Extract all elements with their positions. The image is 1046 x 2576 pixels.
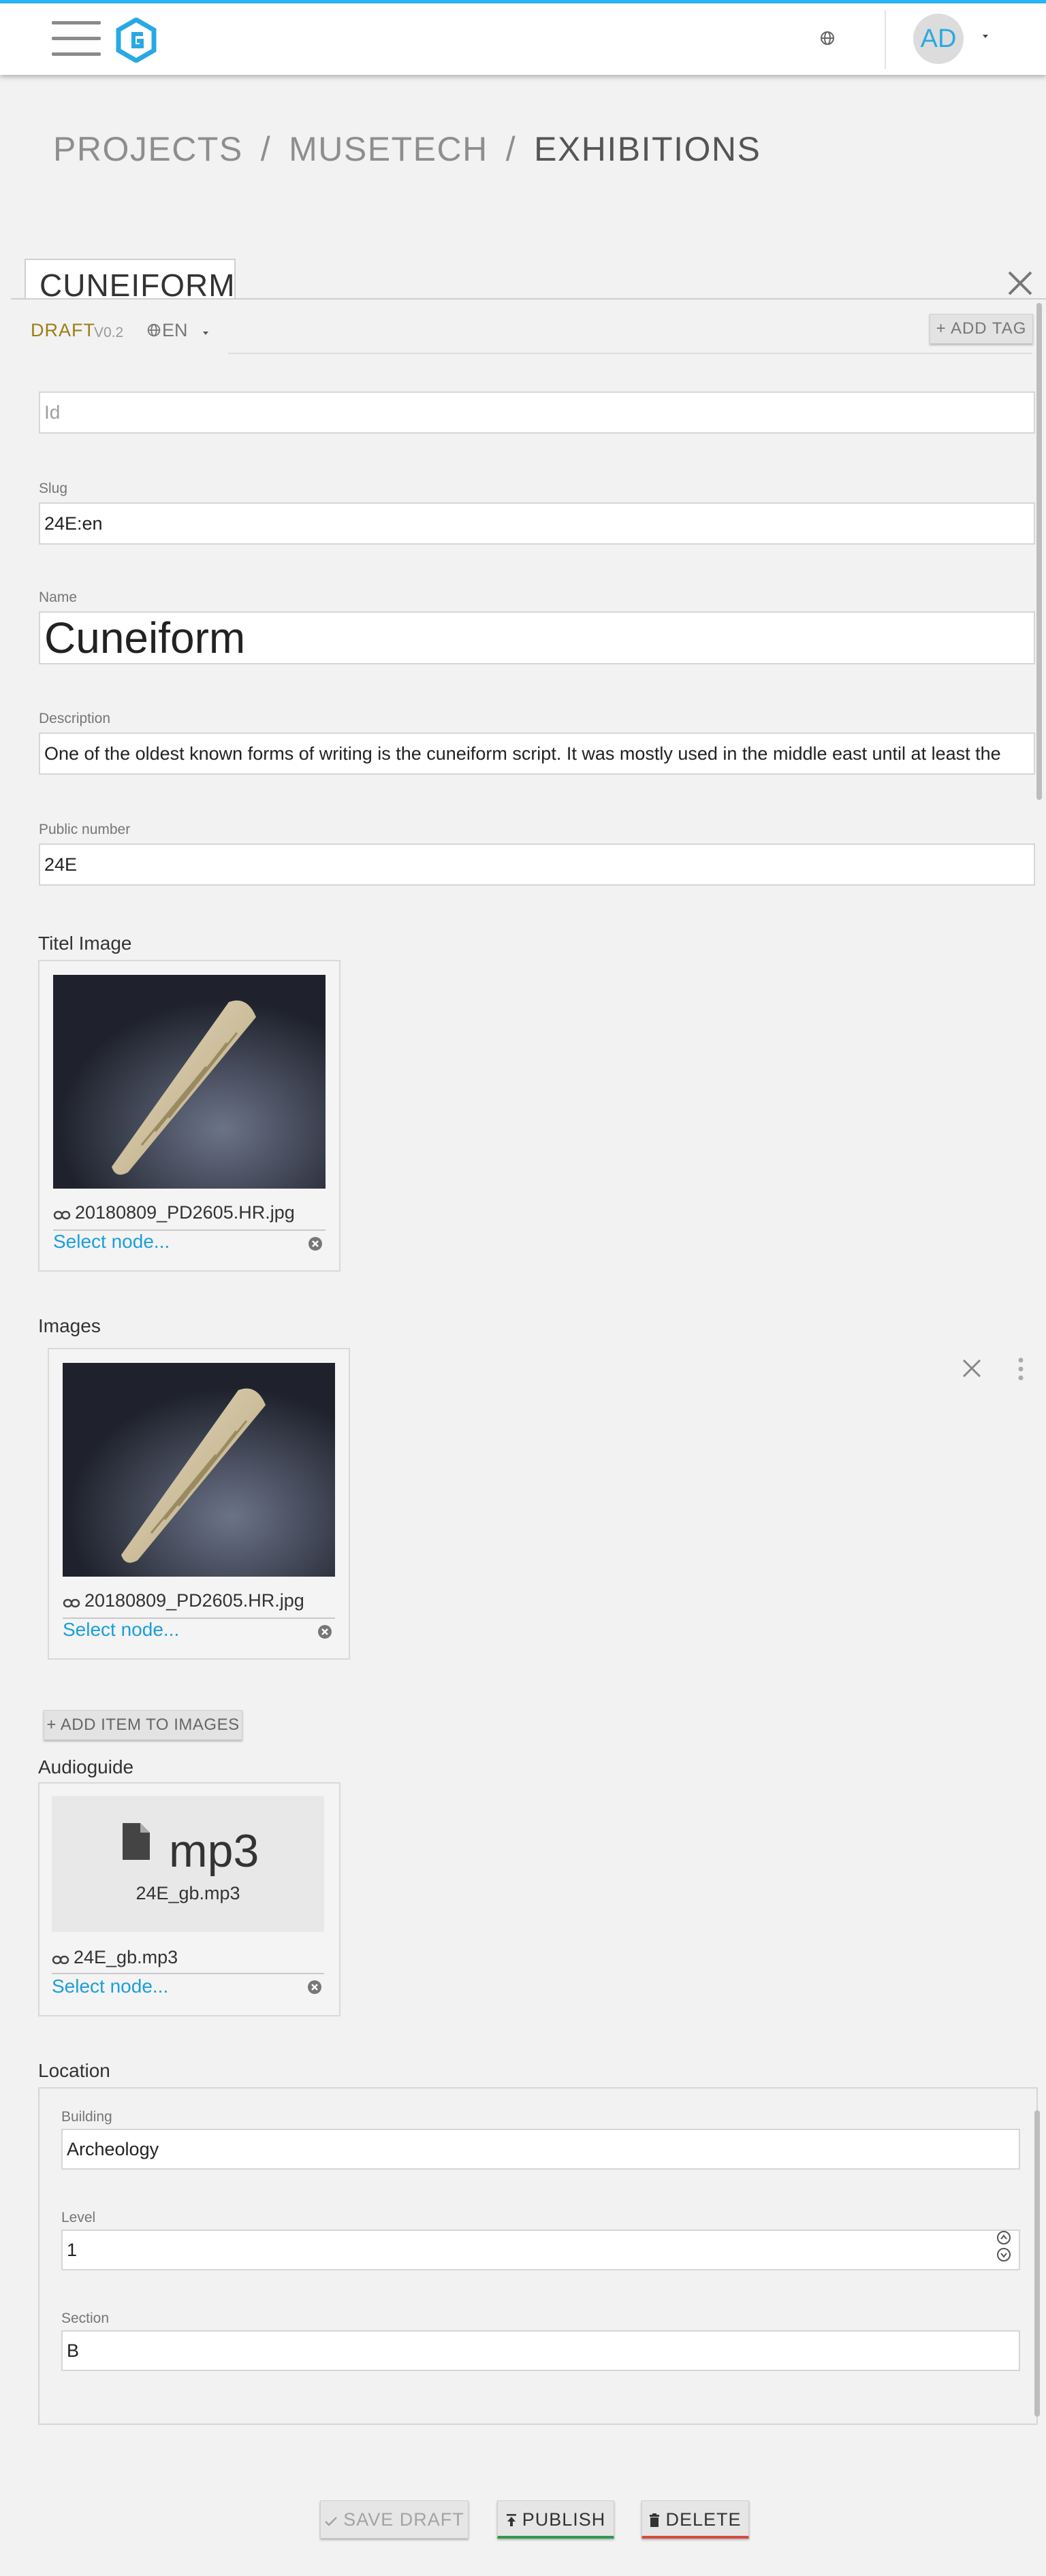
breadcrumb-projects[interactable]: PROJECTS — [53, 130, 243, 168]
slug-field[interactable]: 24E:en — [39, 502, 1035, 545]
id-field[interactable] — [39, 391, 1035, 434]
building-field[interactable]: Archeology — [61, 2129, 1020, 2170]
level-field[interactable]: 1 — [61, 2229, 1020, 2270]
title-image-heading: Titel Image — [38, 933, 132, 954]
name-label: Name — [39, 590, 78, 605]
audioguide-heading: Audioguide — [38, 1756, 134, 1777]
section-field[interactable]: B — [61, 2330, 1020, 2371]
public-number-field[interactable]: 24E — [39, 843, 1035, 886]
tab-underline — [11, 298, 1046, 300]
breadcrumb-exhibitions: EXHIBITIONS — [534, 130, 761, 168]
globe-icon[interactable] — [819, 29, 836, 47]
breadcrumb-separator: / — [260, 130, 272, 168]
delete-label: DELETE — [665, 2509, 742, 2530]
name-field[interactable]: Cuneiform — [39, 611, 1035, 664]
publish-label: PUBLISH — [522, 2509, 606, 2530]
check-icon — [325, 2517, 338, 2526]
top-bar: AD — [0, 3, 1046, 75]
language-selector[interactable]: EN — [146, 320, 188, 341]
audioguide-preview-name: 24E_gb.mp3 — [136, 1883, 240, 1903]
description-field[interactable]: One of the oldest known forms of writing… — [39, 732, 1035, 775]
add-tag-button[interactable]: + ADD TAG — [930, 314, 1033, 344]
title-image-file-link[interactable]: 20180809_PD2605.HR.jpg — [53, 1202, 295, 1223]
add-item-to-images-button[interactable]: + ADD ITEM TO IMAGES — [44, 1710, 242, 1740]
trash-icon — [650, 2513, 660, 2527]
clear-icon[interactable] — [317, 1624, 332, 1639]
title-image-select-node[interactable]: Select node... — [53, 1231, 170, 1253]
breadcrumb-musetech[interactable]: MUSETECH — [289, 130, 488, 168]
images-item-file-name: 20180809_PD2605.HR.jpg — [84, 1590, 304, 1611]
images-item-select-node[interactable]: Select node... — [63, 1619, 179, 1641]
header-divider — [885, 10, 886, 69]
caret-down-icon[interactable] — [202, 330, 210, 336]
section-label: Section — [61, 2311, 110, 2326]
level-label: Level — [61, 2210, 96, 2225]
remove-item-icon[interactable] — [960, 1357, 983, 1380]
title-image-thumbnail[interactable] — [53, 975, 326, 1189]
upload-icon — [506, 2514, 516, 2526]
level-stepper[interactable] — [996, 2229, 1012, 2264]
location-heading: Location — [38, 2060, 110, 2081]
audioguide-file-link[interactable]: 24E_gb.mp3 — [52, 1947, 178, 1968]
more-vert-icon[interactable] — [1017, 1357, 1024, 1381]
tag-divider — [228, 353, 1032, 354]
tab-cuneiform[interactable]: CUNEIFORM — [25, 259, 236, 303]
link-icon — [63, 1598, 80, 1608]
publish-button[interactable]: PUBLISH — [497, 2500, 614, 2539]
images-heading: Images — [38, 1315, 101, 1336]
slug-label: Slug — [39, 481, 68, 496]
audioguide-select-node[interactable]: Select node... — [52, 1976, 168, 1997]
avatar[interactable]: AD — [913, 14, 964, 64]
images-item-thumbnail[interactable] — [63, 1363, 335, 1577]
delete-button[interactable]: DELETE — [641, 2500, 749, 2539]
link-icon — [53, 1210, 71, 1220]
title-image-file-name: 20180809_PD2605.HR.jpg — [75, 1202, 295, 1223]
images-item-card: 20180809_PD2605.HR.jpg Select node... — [48, 1348, 350, 1660]
public-number-label: Public number — [39, 822, 131, 837]
menu-icon[interactable] — [52, 21, 101, 57]
audioguide-file-name: 24E_gb.mp3 — [74, 1947, 178, 1967]
clear-icon[interactable] — [308, 1236, 323, 1251]
images-item-file-link[interactable]: 20180809_PD2605.HR.jpg — [63, 1590, 304, 1611]
breadcrumb-separator: / — [505, 130, 517, 168]
building-label: Building — [61, 2109, 112, 2125]
scrollbar[interactable] — [1036, 303, 1042, 800]
title-image-card: 20180809_PD2605.HR.jpg Select node... — [38, 960, 340, 1272]
audioguide-preview-ext: mp3 — [169, 1825, 259, 1877]
breadcrumb: PROJECTS / MUSETECH / EXHIBITIONS — [53, 129, 761, 169]
scrollbar[interactable] — [1034, 2110, 1040, 2417]
version-label: V0.2 — [94, 325, 124, 340]
globe-icon — [147, 323, 161, 337]
link-icon — [52, 1955, 69, 1965]
save-draft-button[interactable]: SAVE DRAFT — [320, 2500, 469, 2539]
language-label: EN — [162, 320, 188, 340]
save-draft-label: SAVE DRAFT — [343, 2509, 464, 2530]
clear-icon[interactable] — [307, 1980, 322, 1995]
logo-icon[interactable] — [116, 18, 157, 63]
caret-down-icon[interactable] — [981, 33, 990, 39]
description-label: Description — [39, 711, 111, 726]
audioguide-preview[interactable]: mp3 24E_gb.mp3 — [52, 1796, 324, 1932]
close-icon[interactable] — [1005, 268, 1035, 298]
audioguide-divider — [52, 1973, 324, 1974]
status-badge: DRAFT — [31, 320, 95, 340]
file-icon — [123, 1823, 150, 1860]
